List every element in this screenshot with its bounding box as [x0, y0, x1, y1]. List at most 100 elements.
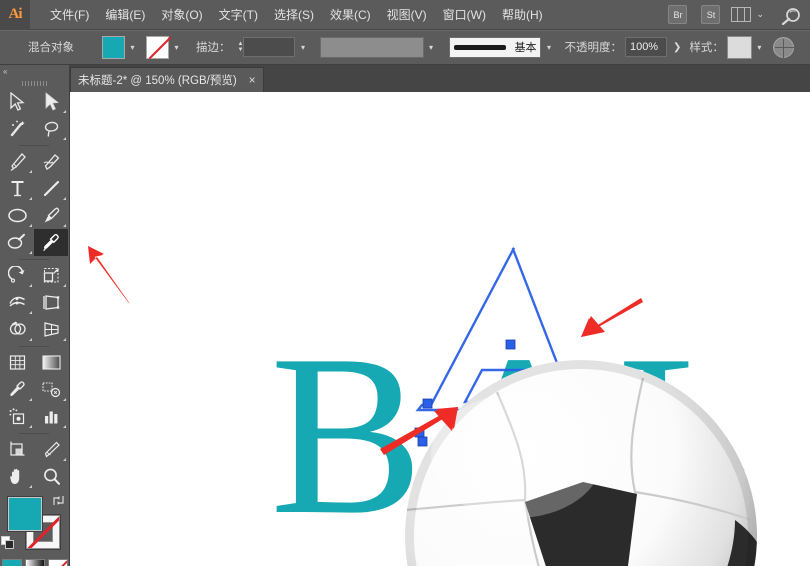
brush-definition-label: 基本	[514, 42, 537, 54]
menu-edit[interactable]: 编辑(E)	[97, 1, 153, 28]
tool-submenu-indicator-icon	[29, 485, 32, 488]
graphic-style-swatch[interactable]	[726, 35, 752, 59]
document-setup-icon[interactable]	[772, 36, 794, 58]
close-icon[interactable]: ×	[249, 73, 256, 87]
perspective-grid-tool[interactable]	[34, 316, 68, 343]
menu-bar-right: Br St ⌄	[661, 5, 810, 25]
eyedropper-secondary[interactable]	[0, 376, 34, 403]
workspace-switcher-button[interactable]: ⌄	[731, 7, 764, 22]
lasso-tool[interactable]	[34, 115, 68, 142]
tool-submenu-indicator-icon	[29, 338, 32, 341]
zoom-tool[interactable]	[34, 463, 68, 490]
menu-object[interactable]: 对象(O)	[153, 1, 210, 28]
menu-view[interactable]: 视图(V)	[379, 1, 435, 28]
shaper-pencil-tool[interactable]	[0, 229, 34, 256]
free-transform-tool[interactable]	[34, 289, 68, 316]
menu-select[interactable]: 选择(S)	[266, 1, 322, 28]
menu-bar: Ai 文件(F) 编辑(E) 对象(O) 文字(T) 选择(S) 效果(C) 视…	[0, 0, 810, 30]
soccer-ball-image[interactable]	[405, 360, 757, 566]
brush-definition-chevron-icon[interactable]: ▾	[543, 43, 554, 52]
stock-button[interactable]: St	[701, 5, 721, 24]
tool-submenu-indicator-icon	[63, 197, 66, 200]
stroke-profile-dropdown[interactable]	[320, 36, 425, 58]
color-mode-buttons	[0, 559, 69, 566]
swap-fill-stroke-icon[interactable]	[52, 494, 65, 507]
fill-swatch-chevron-icon[interactable]: ▾	[127, 43, 138, 52]
stroke-weight-input[interactable]	[243, 37, 296, 57]
stroke-swatch-group[interactable]: ▾	[146, 35, 182, 59]
tool-submenu-indicator-icon	[29, 284, 32, 287]
selection-tool[interactable]	[0, 88, 34, 115]
rotate-tool[interactable]	[0, 262, 34, 289]
tool-submenu-indicator-icon	[29, 251, 32, 254]
tool-submenu-indicator-icon	[29, 311, 32, 314]
line-segment-tool[interactable]	[34, 175, 68, 202]
menu-file[interactable]: 文件(F)	[42, 1, 97, 28]
stroke-profile-chevron-icon[interactable]: ▾	[424, 43, 437, 52]
tool-submenu-indicator-icon	[63, 338, 66, 341]
tools-panel: «	[0, 65, 70, 566]
tool-submenu-indicator-icon	[63, 398, 66, 401]
menu-window[interactable]: 窗口(W)	[435, 1, 494, 28]
tool-submenu-indicator-icon	[63, 284, 66, 287]
menu-help[interactable]: 帮助(H)	[494, 1, 551, 28]
tool-submenu-indicator-icon	[63, 425, 66, 428]
stroke-swatch-chevron-icon[interactable]: ▾	[171, 43, 182, 52]
search-icon[interactable]	[780, 5, 802, 25]
eyedropper-tool-selected[interactable]	[34, 229, 68, 256]
type-tool[interactable]	[0, 175, 34, 202]
fill-indicator[interactable]	[8, 497, 42, 531]
selection-type-label: 混合对象	[28, 42, 74, 54]
stroke-weight-chevron-icon[interactable]: ▾	[297, 43, 308, 52]
document-tab-title: 未标题-2* @ 150% (RGB/预览)	[78, 75, 237, 87]
brush-definition-dropdown[interactable]: 基本	[449, 36, 542, 58]
fill-color-swatch[interactable]	[102, 35, 125, 59]
pen-tool[interactable]	[0, 148, 34, 175]
color-mode-button[interactable]	[1, 559, 22, 566]
tool-submenu-indicator-icon	[63, 458, 66, 461]
opacity-expand-icon[interactable]: ❯	[673, 42, 681, 53]
chevron-down-icon: ⌄	[756, 9, 764, 19]
bridge-button[interactable]: Br	[668, 5, 688, 24]
app-logo-text: Ai	[8, 6, 23, 22]
tools-panel-drag-handle[interactable]	[0, 78, 69, 88]
none-mode-button[interactable]	[47, 559, 68, 566]
opacity-input[interactable]: 100%	[624, 37, 667, 57]
artboard-tool[interactable]	[0, 436, 34, 463]
stroke-color-swatch[interactable]	[146, 35, 169, 59]
paintbrush-tool[interactable]	[34, 202, 68, 229]
arrow-annotation-toolbar	[88, 246, 130, 304]
magic-wand-tool[interactable]	[0, 115, 34, 142]
layout-switcher-icon	[731, 7, 752, 22]
direct-selection-tool[interactable]	[34, 88, 68, 115]
tools-panel-collapse-button[interactable]: «	[0, 65, 69, 78]
tool-submenu-indicator-icon	[29, 224, 32, 227]
curvature-tool[interactable]	[34, 148, 68, 175]
gradient-mode-button[interactable]	[24, 559, 45, 566]
fill-swatch-group[interactable]: ▾	[102, 35, 138, 59]
column-graph-tool[interactable]	[34, 403, 68, 430]
fill-stroke-indicator	[0, 494, 68, 556]
gradient-tool[interactable]	[34, 349, 68, 376]
document-tab[interactable]: 未标题-2* @ 150% (RGB/预览) ×	[70, 67, 264, 92]
default-fill-stroke-icon[interactable]	[1, 536, 15, 550]
app-logo-icon: Ai	[0, 0, 30, 30]
illustrator-window: Ai 文件(F) 编辑(E) 对象(O) 文字(T) 选择(S) 效果(C) 视…	[0, 0, 810, 566]
menu-items: 文件(F) 编辑(E) 对象(O) 文字(T) 选择(S) 效果(C) 视图(V…	[42, 1, 551, 28]
document-tab-bar: 未标题-2* @ 150% (RGB/预览) ×	[70, 65, 810, 92]
symbol-sprayer-tool[interactable]	[0, 403, 34, 430]
shape-builder-tool[interactable]	[0, 316, 34, 343]
blend-tool[interactable]	[34, 376, 68, 403]
scale-tool[interactable]	[34, 262, 68, 289]
menu-type[interactable]: 文字(T)	[211, 1, 266, 28]
graphic-style-chevron-icon[interactable]: ▾	[754, 43, 765, 52]
ellipse-tool[interactable]	[0, 202, 34, 229]
tool-submenu-indicator-icon	[63, 110, 66, 113]
mesh-tool[interactable]	[0, 349, 34, 376]
slice-tool[interactable]	[34, 436, 68, 463]
hand-tool[interactable]	[0, 463, 34, 490]
tool-submenu-indicator-icon	[63, 137, 66, 140]
menu-effect[interactable]: 效果(C)	[322, 1, 379, 28]
artboard-canvas[interactable]: BAL	[70, 92, 810, 566]
width-tool[interactable]	[0, 289, 34, 316]
